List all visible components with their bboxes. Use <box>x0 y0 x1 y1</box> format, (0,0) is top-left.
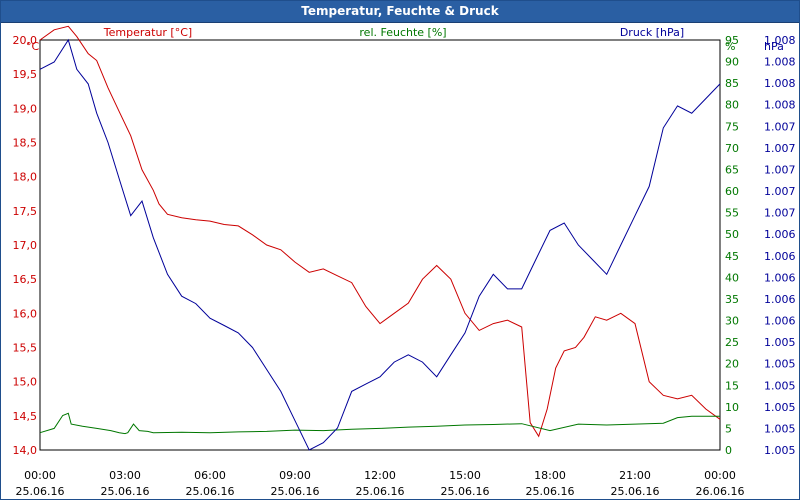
humidity-tick-label: 20 <box>725 358 739 371</box>
humidity-tick-label: 5 <box>725 422 732 435</box>
pressure-tick-label: 1.008 <box>764 56 796 69</box>
humidity-tick-label: 10 <box>725 401 739 414</box>
humidity-tick-label: 45 <box>725 250 739 263</box>
x-tick-date: 25.06.16 <box>186 485 235 498</box>
temperature-tick-label: 19,5 <box>13 68 38 81</box>
humidity-tick-label: 50 <box>725 228 739 241</box>
humidity-tick-label: 15 <box>725 379 739 392</box>
pressure-tick-label: 1.008 <box>764 77 796 90</box>
temperature-series-label: Temperatur [°C] <box>103 26 192 39</box>
humidity-tick-label: 90 <box>725 56 739 69</box>
humidity-tick-label: 40 <box>725 271 739 284</box>
humidity-tick-label: 25 <box>725 336 739 349</box>
x-tick-date: 25.06.16 <box>356 485 405 498</box>
humidity-series-label: rel. Feuchte [%] <box>359 26 446 39</box>
pressure-tick-label: 1.005 <box>764 379 796 392</box>
humidity-unit: % <box>725 40 735 53</box>
humidity-tick-label: 65 <box>725 163 739 176</box>
x-tick-date: 25.06.16 <box>441 485 490 498</box>
x-tick-time: 06:00 <box>194 469 226 482</box>
x-tick-time: 21:00 <box>619 469 651 482</box>
pressure-tick-label: 1.007 <box>764 163 796 176</box>
x-tick-time: 09:00 <box>279 469 311 482</box>
x-tick-date: 25.06.16 <box>16 485 65 498</box>
pressure-tick-label: 1.005 <box>764 401 796 414</box>
temperature-tick-label: 18,5 <box>13 137 38 150</box>
chart-svg: 14,0 14,5 15,0 15,5 16,0 16,5 17,0 17,5 18,0 18,5… <box>13 25 796 498</box>
pressure-series-label: Druck [hPa] <box>620 26 684 39</box>
temperature-tick-label: 14,0 <box>13 444 38 457</box>
pressure-tick-label: 1.007 <box>764 120 796 133</box>
pressure-tick-label: 1.005 <box>764 358 796 371</box>
humidity-tick-label: 60 <box>725 185 739 198</box>
temperature-tick-label: 16,0 <box>13 307 38 320</box>
pressure-tick-label: 1.006 <box>764 315 796 328</box>
x-tick-time: 00:00 <box>24 469 56 482</box>
x-tick-time: 15:00 <box>449 469 481 482</box>
pressure-tick-label: 1.007 <box>764 142 796 155</box>
temperature-tick-label: 15,0 <box>13 376 38 389</box>
temperature-tick-label: 19,0 <box>13 102 38 115</box>
pressure-tick-label: 1.005 <box>764 444 796 457</box>
x-tick-date: 25.06.16 <box>526 485 575 498</box>
temperature-tick-label: 15,5 <box>13 342 38 355</box>
plot-area <box>39 39 721 451</box>
humidity-tick-label: 75 <box>725 120 739 133</box>
temperature-tick-label: 16,5 <box>13 273 38 286</box>
temperature-unit: °C <box>26 40 40 53</box>
pressure-tick-label: 1.006 <box>764 250 796 263</box>
pressure-unit: hPa <box>764 40 784 53</box>
pressure-tick-label: 1.005 <box>764 422 796 435</box>
pressure-tick-label: 1.005 <box>764 336 796 349</box>
pressure-tick-label: 1.007 <box>764 185 796 198</box>
x-tick-date: 25.06.16 <box>271 485 320 498</box>
pressure-tick-label: 1.006 <box>764 293 796 306</box>
x-tick-time: 18:00 <box>534 469 566 482</box>
x-tick-time: 00:00 <box>704 469 736 482</box>
humidity-tick-label: 55 <box>725 207 739 220</box>
humidity-tick-label: 85 <box>725 77 739 90</box>
pressure-tick-label: 1.007 <box>764 207 796 220</box>
humidity-tick-label: 70 <box>725 142 739 155</box>
pressure-tick-label: 1.006 <box>764 271 796 284</box>
temperature-tick-label: 18,0 <box>13 171 38 184</box>
x-tick-time: 12:00 <box>364 469 396 482</box>
humidity-tick-label: 35 <box>725 293 739 306</box>
x-tick-date: 26.06.16 <box>696 485 745 498</box>
pressure-tick-label: 1.006 <box>764 228 796 241</box>
x-tick-time: 03:00 <box>109 469 141 482</box>
pressure-tick-label: 1.008 <box>764 99 796 112</box>
x-tick-date: 25.06.16 <box>101 485 150 498</box>
humidity-tick-label: 80 <box>725 99 739 112</box>
temperature-tick-label: 17,0 <box>13 239 38 252</box>
temperature-tick-label: 14,5 <box>13 410 38 423</box>
humidity-tick-label: 0 <box>725 444 732 457</box>
x-tick-date: 25.06.16 <box>611 485 660 498</box>
axes <box>39 39 721 451</box>
humidity-tick-label: 30 <box>725 315 739 328</box>
temperature-tick-label: 17,5 <box>13 205 38 218</box>
